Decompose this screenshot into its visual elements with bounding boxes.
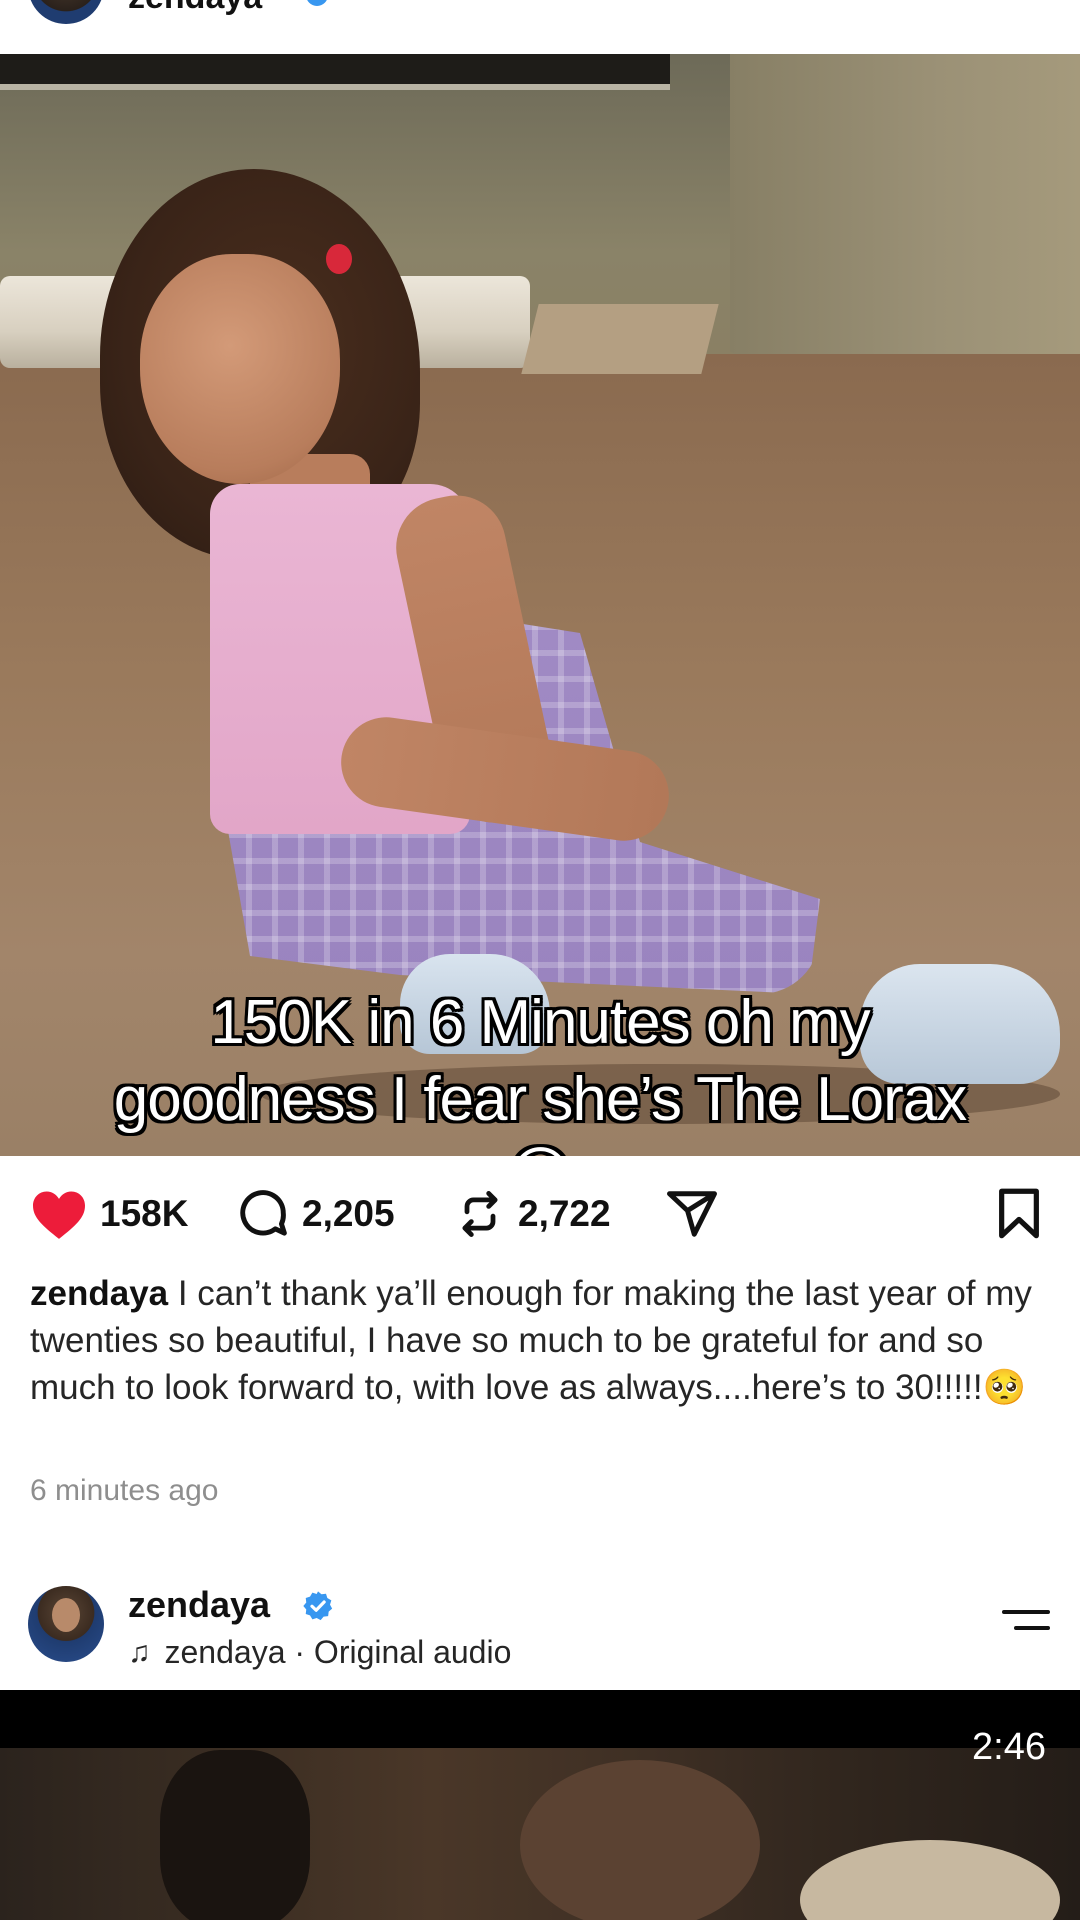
photo-subject-bow <box>326 244 352 274</box>
verified-icon <box>306 0 328 6</box>
verified-icon <box>303 1591 333 1621</box>
video-frame-shape <box>160 1750 310 1920</box>
post-caption: zendaya I can’t thank ya’ll enough for m… <box>30 1270 1050 1411</box>
post-actions: 158K 2,205 2,722 <box>0 1156 1080 1274</box>
share-button[interactable] <box>664 1186 720 1242</box>
avatar[interactable] <box>28 0 104 24</box>
repost-icon <box>462 1191 498 1237</box>
comment-count[interactable]: 2,205 <box>302 1193 395 1235</box>
repost-count[interactable]: 2,722 <box>518 1193 611 1235</box>
photo-window <box>0 54 670 90</box>
video-player[interactable]: 2:46 <box>0 1690 1080 1920</box>
share-icon <box>667 1191 717 1237</box>
avatar-face <box>52 1598 80 1632</box>
menu-icon[interactable] <box>998 1606 1050 1636</box>
comment-icon <box>240 1190 287 1236</box>
like-count[interactable]: 158K <box>100 1193 188 1235</box>
video-duration: 2:46 <box>972 1726 1046 1768</box>
save-button[interactable] <box>996 1186 1042 1242</box>
like-button[interactable]: 158K <box>30 1186 188 1242</box>
caption-username[interactable]: zendaya <box>30 1274 168 1313</box>
username[interactable]: zendaya <box>128 1584 270 1626</box>
photo-subject-face <box>140 254 340 484</box>
audio-link[interactable]: ♫ zendaya · Original audio <box>128 1634 511 1671</box>
next-post-header: zendaya ♫ zendaya · Original audio <box>0 1570 1080 1690</box>
post-timestamp: 6 minutes ago <box>30 1474 219 1507</box>
music-note-icon: ♫ <box>128 1635 151 1669</box>
avatar[interactable] <box>28 1586 104 1662</box>
bookmark-icon <box>999 1188 1039 1239</box>
overlay-caption: 150K in 6 Minutes oh my goodness I fear … <box>113 988 968 1156</box>
audio-label: zendaya · Original audio <box>164 1634 512 1670</box>
video-frame-shape <box>520 1760 760 1920</box>
previous-post-header: zendaya <box>0 0 1080 54</box>
repost-button[interactable]: 2,722 <box>454 1186 611 1242</box>
caption-text: I can’t thank ya’ll enough for making th… <box>30 1274 1032 1407</box>
comment-button[interactable]: 2,205 <box>236 1186 395 1242</box>
heart-icon <box>33 1191 85 1239</box>
username[interactable]: zendaya <box>128 0 262 17</box>
post-image[interactable]: 150K in 6 Minutes oh my goodness I fear … <box>0 54 1080 1156</box>
photo-box <box>521 304 719 374</box>
